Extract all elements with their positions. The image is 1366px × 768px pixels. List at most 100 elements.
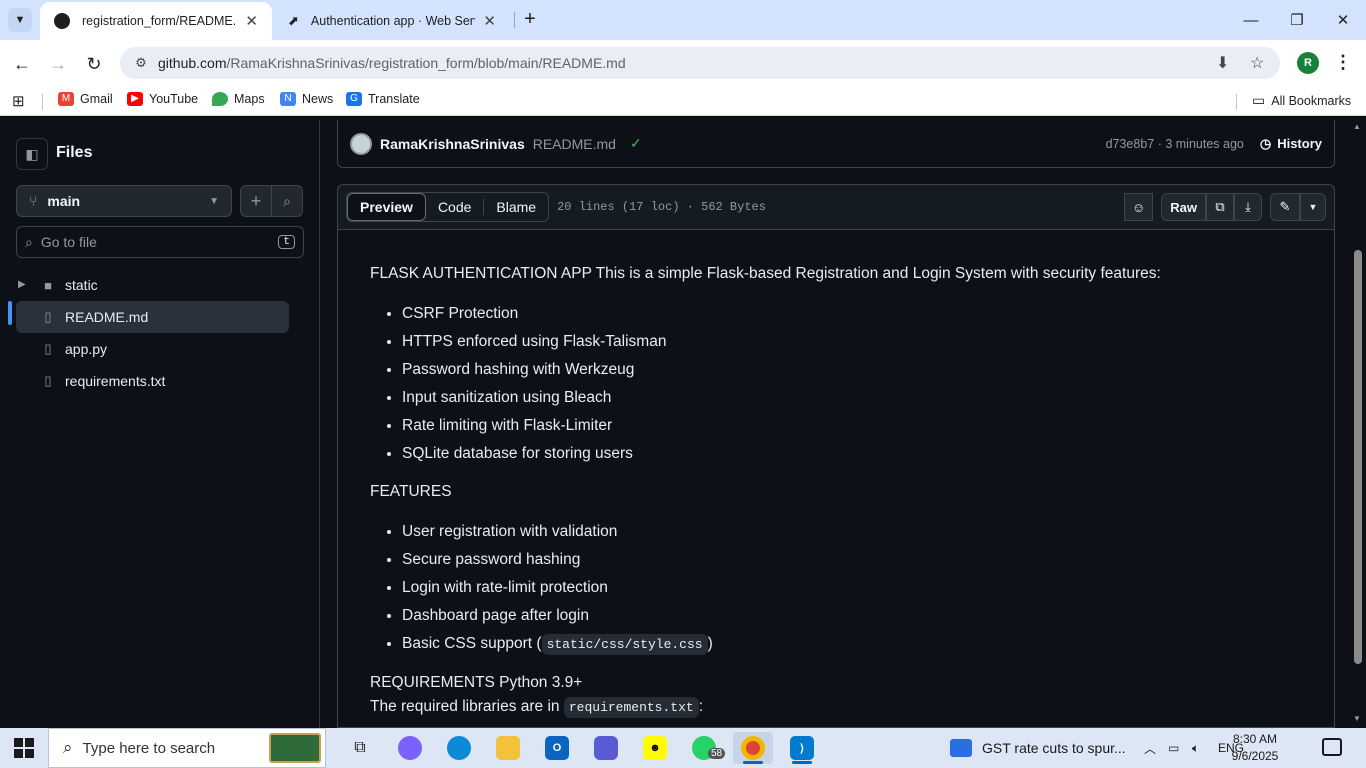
chrome-icon[interactable]	[733, 732, 773, 764]
go-to-file-input[interactable]: ⌕ Go to file t	[16, 226, 304, 258]
collapse-sidebar-icon[interactable]: ◧	[16, 138, 48, 170]
vscode-icon[interactable]: ⟩	[782, 732, 822, 764]
bookmark-news[interactable]: N News	[280, 92, 333, 106]
bookmark-label: Maps	[234, 92, 265, 106]
bookmark-label: All Bookmarks	[1271, 93, 1352, 108]
news-headline: GST rate cuts to spur...	[982, 740, 1126, 756]
notifications-icon[interactable]	[1322, 738, 1342, 756]
active-indicator	[743, 761, 763, 764]
tree-item-static[interactable]: ■ static	[16, 269, 289, 301]
file-header: Preview Code Blame 20 lines (17 loc) · 5…	[337, 184, 1335, 230]
m365-icon[interactable]	[586, 732, 626, 764]
whatsapp-icon[interactable]: 58	[684, 732, 726, 764]
all-bookmarks[interactable]: ▭ All Bookmarks	[1252, 92, 1351, 109]
files-title: Files	[56, 144, 93, 161]
task-view-icon[interactable]: ⧉	[340, 732, 380, 764]
list-item: Login with rate-limit protection	[402, 574, 1302, 602]
site-settings-icon[interactable]: ⚙	[132, 55, 150, 71]
tab-preview[interactable]: Preview	[347, 193, 426, 221]
raw-button[interactable]: Raw	[1161, 193, 1206, 221]
file-explorer-icon[interactable]	[488, 732, 528, 764]
render-icon: ⬈	[288, 13, 299, 28]
forward-button[interactable]: →	[45, 51, 71, 77]
maps-icon	[212, 92, 228, 106]
close-tab-icon[interactable]: ✕	[483, 12, 496, 30]
avatar[interactable]	[350, 132, 372, 155]
chevron-down-icon[interactable]: ▼	[1300, 193, 1326, 221]
tab-authentication-app[interactable]: ⬈ Authentication app · Web Servi ✕	[274, 2, 510, 40]
apps-icon[interactable]: ⊞	[12, 92, 25, 110]
start-button[interactable]	[0, 728, 48, 768]
bookmark-youtube[interactable]: ▶ YouTube	[127, 92, 198, 106]
volume-icon[interactable]: 🔈︎	[1192, 728, 1199, 768]
snapchat-icon[interactable]: ☻	[635, 732, 675, 764]
history-icon: ◷	[1259, 135, 1272, 151]
close-tab-icon[interactable]: ✕	[245, 12, 258, 30]
tab-title: Authentication app · Web Servi	[310, 14, 476, 28]
profile-avatar[interactable]: R	[1297, 52, 1319, 74]
bookmark-maps[interactable]: Maps	[212, 92, 265, 106]
list-item: HTTPS enforced using Flask-Talisman	[402, 328, 1302, 356]
copy-icon[interactable]: ⧉	[1206, 193, 1234, 221]
copilot-icon: ☺	[1131, 199, 1146, 215]
bookmark-gmail[interactable]: M Gmail	[58, 92, 113, 106]
copilot-taskbar-icon[interactable]	[390, 732, 430, 764]
reload-button[interactable]: ↻	[81, 51, 107, 77]
tree-item-app-py[interactable]: ▯ app.py	[16, 333, 289, 365]
bookmark-translate[interactable]: G Translate	[346, 92, 420, 106]
commit-hash-time[interactable]: d73e8b7 · 3 minutes ago	[1106, 137, 1244, 151]
back-button[interactable]: ←	[9, 51, 35, 77]
search-icon: ⌕	[63, 738, 73, 757]
search-files-button[interactable]: ⌕	[271, 185, 303, 217]
inline-code: requirements.txt	[563, 697, 699, 718]
scroll-down-icon[interactable]: ▼	[1353, 714, 1361, 723]
edge-icon[interactable]	[439, 732, 479, 764]
list-item-text: )	[707, 635, 713, 652]
go-to-file-placeholder: Go to file	[40, 234, 97, 250]
clock-time: 8:30 AM	[1232, 732, 1278, 746]
browser-menu-icon[interactable]: ⋮	[1334, 52, 1352, 73]
list-item: Input sanitization using Bleach	[402, 384, 1302, 412]
battery-icon[interactable]: ▭	[1168, 728, 1179, 768]
tab-code[interactable]: Code	[426, 193, 483, 221]
list-item: Password hashing with Werkzeug	[402, 356, 1302, 384]
tab-search-button[interactable]: ▼	[8, 8, 32, 32]
download-icon[interactable]: ⤓	[1234, 193, 1262, 221]
install-app-icon[interactable]: ⬇	[1216, 47, 1229, 79]
tab-blame[interactable]: Blame	[483, 199, 548, 215]
file-icon: ▯	[44, 341, 52, 356]
tree-item-label: README.md	[65, 309, 149, 325]
branch-selector[interactable]: ⑂ main ▼	[16, 185, 232, 217]
tree-item-requirements[interactable]: ▯ requirements.txt	[16, 365, 289, 397]
outlook-icon[interactable]: O	[537, 732, 577, 764]
commit-message[interactable]: README.md	[533, 136, 616, 152]
list-item: Secure password hashing	[402, 546, 1302, 574]
tree-item-readme[interactable]: ▯ README.md	[16, 301, 289, 333]
bookmark-star-icon[interactable]: ☆	[1250, 47, 1264, 79]
minimize-button[interactable]: —	[1228, 0, 1274, 40]
history-button[interactable]: ◷ History	[1260, 136, 1322, 152]
edit-icon[interactable]: ✎	[1270, 193, 1300, 221]
close-window-button[interactable]: ✕	[1320, 0, 1366, 40]
url-path: /RamaKrishnaSrinivas/registration_form/b…	[226, 55, 626, 71]
system-clock[interactable]: 8:30 AM 9/6/2025	[1226, 731, 1284, 765]
news-widget[interactable]: GST rate cuts to spur...	[950, 728, 1126, 768]
scroll-up-icon[interactable]: ▲	[1353, 122, 1361, 131]
tab-readme[interactable]: registration_form/README.md ✕	[40, 2, 272, 40]
new-tab-button[interactable]: +	[518, 8, 542, 32]
list-item-text: Basic CSS support (	[402, 635, 542, 652]
bookmark-divider	[42, 94, 43, 110]
commit-author[interactable]: RamaKrishnaSrinivas	[380, 136, 525, 152]
readme-intro: FLASK AUTHENTICATION APP This is a simpl…	[370, 265, 1161, 282]
scrollbar-thumb[interactable]	[1354, 250, 1362, 664]
file-view: RamaKrishnaSrinivas README.md ✓ d73e8b7 …	[321, 120, 1351, 728]
add-file-button[interactable]: +	[240, 185, 272, 217]
libraries-text: The required libraries are in	[370, 698, 560, 715]
copilot-button[interactable]: ☺	[1123, 193, 1154, 221]
address-bar[interactable]: ⚙ github.com/RamaKrishnaSrinivas/registr…	[120, 47, 1280, 79]
inline-code: static/css/style.css	[541, 634, 708, 655]
check-icon[interactable]: ✓	[630, 135, 642, 152]
taskbar-search[interactable]: ⌕ Type here to search	[48, 728, 326, 768]
restore-button[interactable]: ❐	[1274, 0, 1320, 40]
show-hidden-icons[interactable]: ︿	[1144, 728, 1156, 768]
